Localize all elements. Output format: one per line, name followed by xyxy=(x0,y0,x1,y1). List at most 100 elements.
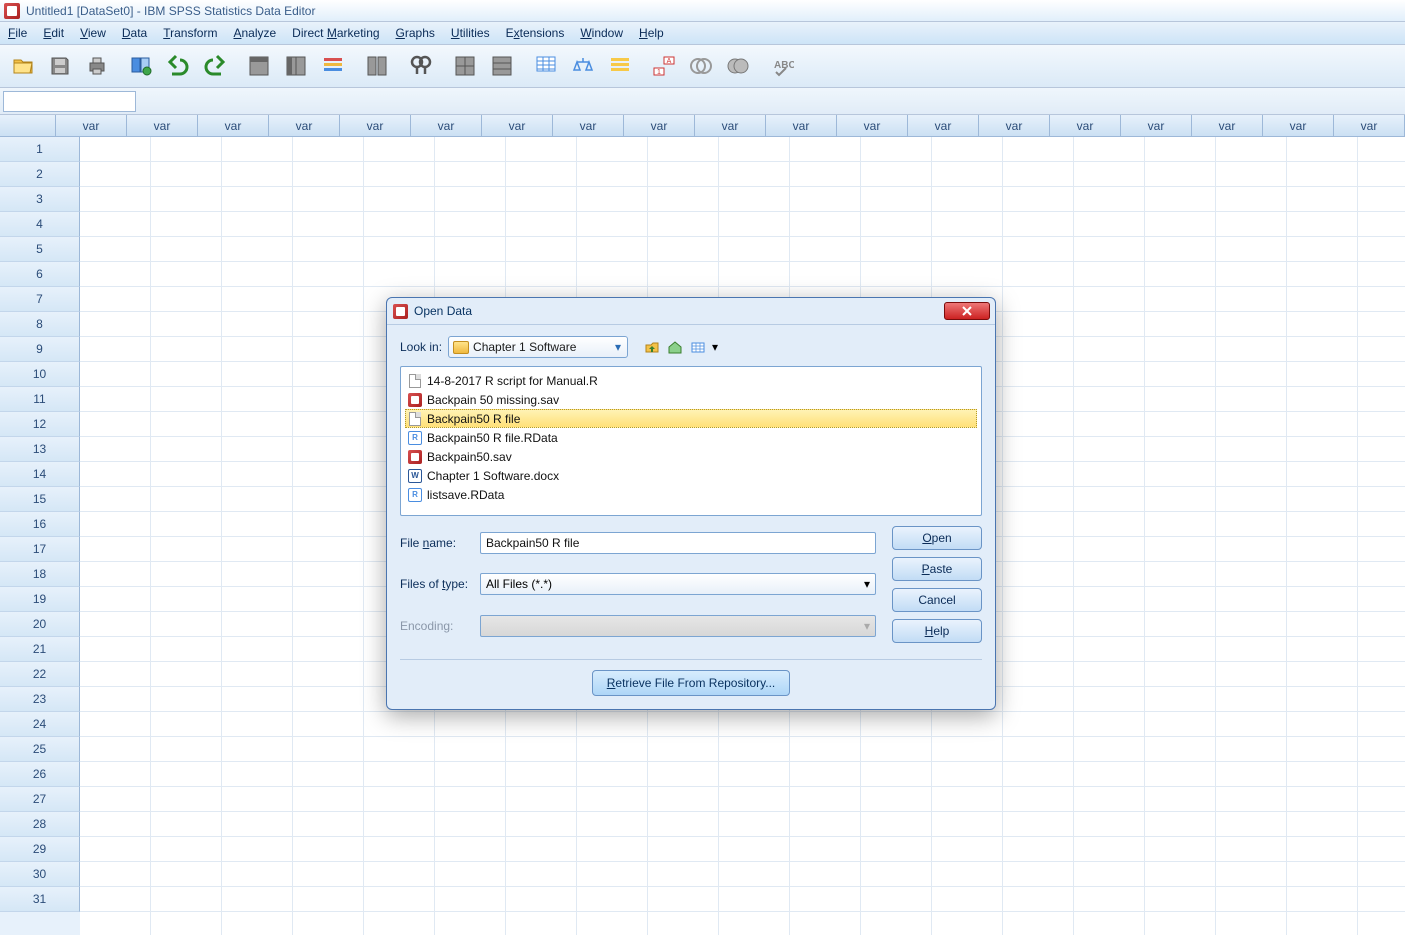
row-header[interactable]: 9 xyxy=(0,337,80,362)
row-header[interactable]: 6 xyxy=(0,262,80,287)
row-header[interactable]: 29 xyxy=(0,837,80,862)
row-header[interactable]: 1 xyxy=(0,137,80,162)
file-item[interactable]: Backpain 50 missing.sav xyxy=(405,390,977,409)
column-header[interactable]: var xyxy=(553,115,624,136)
row-header[interactable]: 15 xyxy=(0,487,80,512)
row-header[interactable]: 26 xyxy=(0,762,80,787)
row-header[interactable]: 18 xyxy=(0,562,80,587)
column-header[interactable]: var xyxy=(1192,115,1263,136)
weight-cases-button[interactable] xyxy=(566,50,600,82)
file-item[interactable]: 14-8-2017 R script for Manual.R xyxy=(405,371,977,390)
row-header[interactable]: 12 xyxy=(0,412,80,437)
home-button[interactable] xyxy=(665,337,685,357)
row-header[interactable]: 27 xyxy=(0,787,80,812)
menu-analyze[interactable]: Analyze xyxy=(233,26,276,40)
column-header[interactable]: var xyxy=(269,115,340,136)
lookin-select[interactable]: Chapter 1 Software ▾ xyxy=(448,336,628,358)
file-item[interactable]: Chapter 1 Software.docx xyxy=(405,466,977,485)
row-header[interactable]: 28 xyxy=(0,812,80,837)
variables-button[interactable] xyxy=(316,50,350,82)
print-button[interactable] xyxy=(80,50,114,82)
dialog-titlebar[interactable]: Open Data xyxy=(387,298,995,325)
column-header[interactable]: var xyxy=(837,115,908,136)
file-item[interactable]: listsave.RData xyxy=(405,485,977,504)
menu-extensions[interactable]: Extensions xyxy=(506,26,565,40)
row-header[interactable]: 24 xyxy=(0,712,80,737)
column-header[interactable]: var xyxy=(979,115,1050,136)
menu-transform[interactable]: Transform xyxy=(163,26,217,40)
row-header[interactable]: 4 xyxy=(0,212,80,237)
menu-data[interactable]: Data xyxy=(122,26,147,40)
row-header[interactable]: 10 xyxy=(0,362,80,387)
file-item[interactable]: Backpain50 R file xyxy=(405,409,977,428)
column-header[interactable]: var xyxy=(482,115,553,136)
filename-input[interactable] xyxy=(480,532,876,554)
row-header[interactable]: 2 xyxy=(0,162,80,187)
row-header[interactable]: 30 xyxy=(0,862,80,887)
menu-edit[interactable]: Edit xyxy=(43,26,64,40)
menu-graphs[interactable]: Graphs xyxy=(396,26,435,40)
cancel-button[interactable]: Cancel xyxy=(892,588,982,612)
file-item[interactable]: Backpain50.sav xyxy=(405,447,977,466)
undo-button[interactable] xyxy=(161,50,195,82)
up-one-level-button[interactable] xyxy=(642,337,662,357)
run-descriptives-button[interactable] xyxy=(360,50,394,82)
row-header[interactable]: 20 xyxy=(0,612,80,637)
redo-button[interactable] xyxy=(198,50,232,82)
file-item[interactable]: Backpain50 R file.RData xyxy=(405,428,977,447)
row-header[interactable]: 16 xyxy=(0,512,80,537)
select-cases-button[interactable] xyxy=(529,50,563,82)
column-header[interactable]: var xyxy=(56,115,127,136)
menu-view[interactable]: View xyxy=(80,26,106,40)
column-header[interactable]: var xyxy=(127,115,198,136)
show-all-variables-button[interactable] xyxy=(684,50,718,82)
column-header[interactable]: var xyxy=(766,115,837,136)
row-header[interactable]: 5 xyxy=(0,237,80,262)
row-header[interactable]: 22 xyxy=(0,662,80,687)
show-user-missing-button[interactable] xyxy=(721,50,755,82)
menu-help[interactable]: Help xyxy=(639,26,664,40)
column-header[interactable]: var xyxy=(908,115,979,136)
row-header[interactable]: 31 xyxy=(0,887,80,912)
insert-cases-button[interactable] xyxy=(485,50,519,82)
column-header[interactable]: var xyxy=(1121,115,1192,136)
menu-file[interactable]: File xyxy=(8,26,27,40)
find-button[interactable] xyxy=(404,50,438,82)
row-header[interactable]: 19 xyxy=(0,587,80,612)
spellcheck-button[interactable]: ABC xyxy=(765,50,799,82)
new-folder-button[interactable] xyxy=(688,337,708,357)
open-button[interactable]: Open xyxy=(892,526,982,550)
row-header[interactable]: 14 xyxy=(0,462,80,487)
column-header[interactable]: var xyxy=(198,115,269,136)
dialog-close-button[interactable] xyxy=(944,302,990,320)
row-header[interactable]: 3 xyxy=(0,187,80,212)
recall-dialog-button[interactable] xyxy=(124,50,158,82)
value-labels-button[interactable] xyxy=(603,50,637,82)
filetype-select[interactable]: All Files (*.*) ▾ xyxy=(480,573,876,595)
use-sets-button[interactable]: 1A xyxy=(647,50,681,82)
save-button[interactable] xyxy=(43,50,77,82)
column-header[interactable]: var xyxy=(411,115,482,136)
column-header[interactable]: var xyxy=(340,115,411,136)
menu-utilities[interactable]: Utilities xyxy=(451,26,490,40)
row-header[interactable]: 7 xyxy=(0,287,80,312)
row-header[interactable]: 8 xyxy=(0,312,80,337)
row-header[interactable]: 17 xyxy=(0,537,80,562)
retrieve-from-repository-button[interactable]: Retrieve File From Repository... xyxy=(592,670,791,696)
row-header[interactable]: 21 xyxy=(0,637,80,662)
split-file-button[interactable] xyxy=(448,50,482,82)
goto-case-button[interactable] xyxy=(242,50,276,82)
menu-direct-marketing[interactable]: Direct Marketing xyxy=(292,26,379,40)
view-menu-button[interactable]: ▾ xyxy=(711,337,719,357)
goto-variable-button[interactable] xyxy=(279,50,313,82)
help-button[interactable]: Help xyxy=(892,619,982,643)
file-list[interactable]: 14-8-2017 R script for Manual.RBackpain … xyxy=(400,366,982,516)
row-header[interactable]: 11 xyxy=(0,387,80,412)
menu-window[interactable]: Window xyxy=(580,26,623,40)
row-header[interactable]: 13 xyxy=(0,437,80,462)
open-file-button[interactable] xyxy=(6,50,40,82)
column-header[interactable]: var xyxy=(695,115,766,136)
column-header[interactable]: var xyxy=(1334,115,1405,136)
cell-name-box[interactable] xyxy=(3,91,136,112)
grid-corner[interactable] xyxy=(0,115,56,136)
